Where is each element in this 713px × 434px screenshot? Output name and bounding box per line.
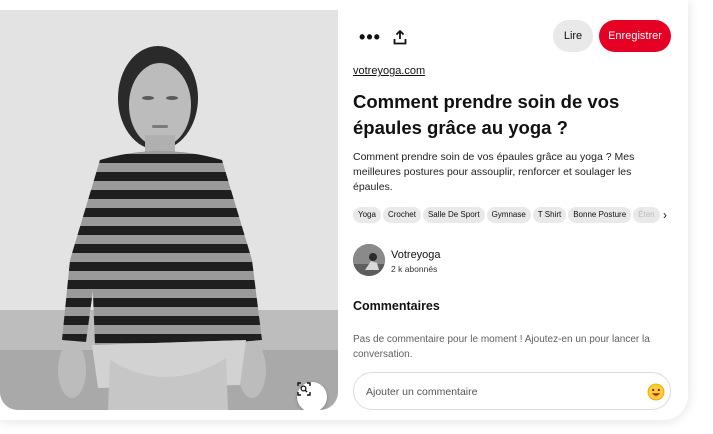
author-followers: 2 k abonnés [391, 264, 438, 274]
tag-chip[interactable]: Éten [633, 207, 660, 223]
share-button[interactable] [385, 22, 415, 52]
more-options-button[interactable]: ••• [355, 22, 385, 52]
tag-chip[interactable]: Gymnase [486, 207, 531, 223]
avatar[interactable] [353, 244, 385, 276]
pin-details-panel: ••• Lire Enregistrer votreyoga.com Comme… [353, 0, 673, 420]
tag-chip[interactable]: Yoga [353, 207, 381, 223]
share-icon [393, 29, 407, 44]
pin-toolbar: ••• Lire Enregistrer [353, 18, 671, 54]
visual-search-icon [297, 382, 311, 396]
pin-title: Comment prendre soin de vos épaules grâc… [353, 91, 620, 138]
author-name[interactable]: Votreyoga [391, 249, 441, 261]
author-row[interactable]: Votreyoga 2 k abonnés [353, 244, 653, 278]
source-link[interactable]: votreyoga.com [353, 65, 425, 77]
tag-chip[interactable]: Crochet [382, 207, 421, 223]
tag-chip[interactable]: T Shirt [532, 207, 567, 223]
tag-chip[interactable]: Salle De Sport [422, 207, 485, 223]
avatar-image [353, 244, 385, 276]
comment-input[interactable] [366, 382, 636, 402]
pin-image-illustration [0, 10, 338, 410]
pin-image[interactable] [0, 10, 338, 410]
save-button[interactable]: Enregistrer [599, 20, 671, 52]
tag-list: Yoga Crochet Salle De Sport Gymnase T Shirt B… [353, 207, 673, 225]
pin-description: Comment prendre soin de vos épaules grâc… [353, 151, 635, 193]
chevron-right-icon[interactable]: › [663, 208, 673, 222]
tag-chip[interactable]: Bonne Posture [568, 207, 632, 223]
visual-search-button[interactable] [297, 382, 327, 410]
emoji-icon [647, 383, 665, 401]
emoji-button[interactable] [647, 383, 665, 401]
pin-closeup-card: ••• Lire Enregistrer votreyoga.com Comme… [0, 0, 688, 420]
comments-heading: Commentaires [353, 299, 440, 313]
more-icon: ••• [359, 27, 381, 47]
comments-empty-text: Pas de commentaire pour le moment ! Ajou… [353, 334, 650, 360]
comment-box [353, 372, 671, 410]
read-button[interactable]: Lire [553, 20, 593, 52]
